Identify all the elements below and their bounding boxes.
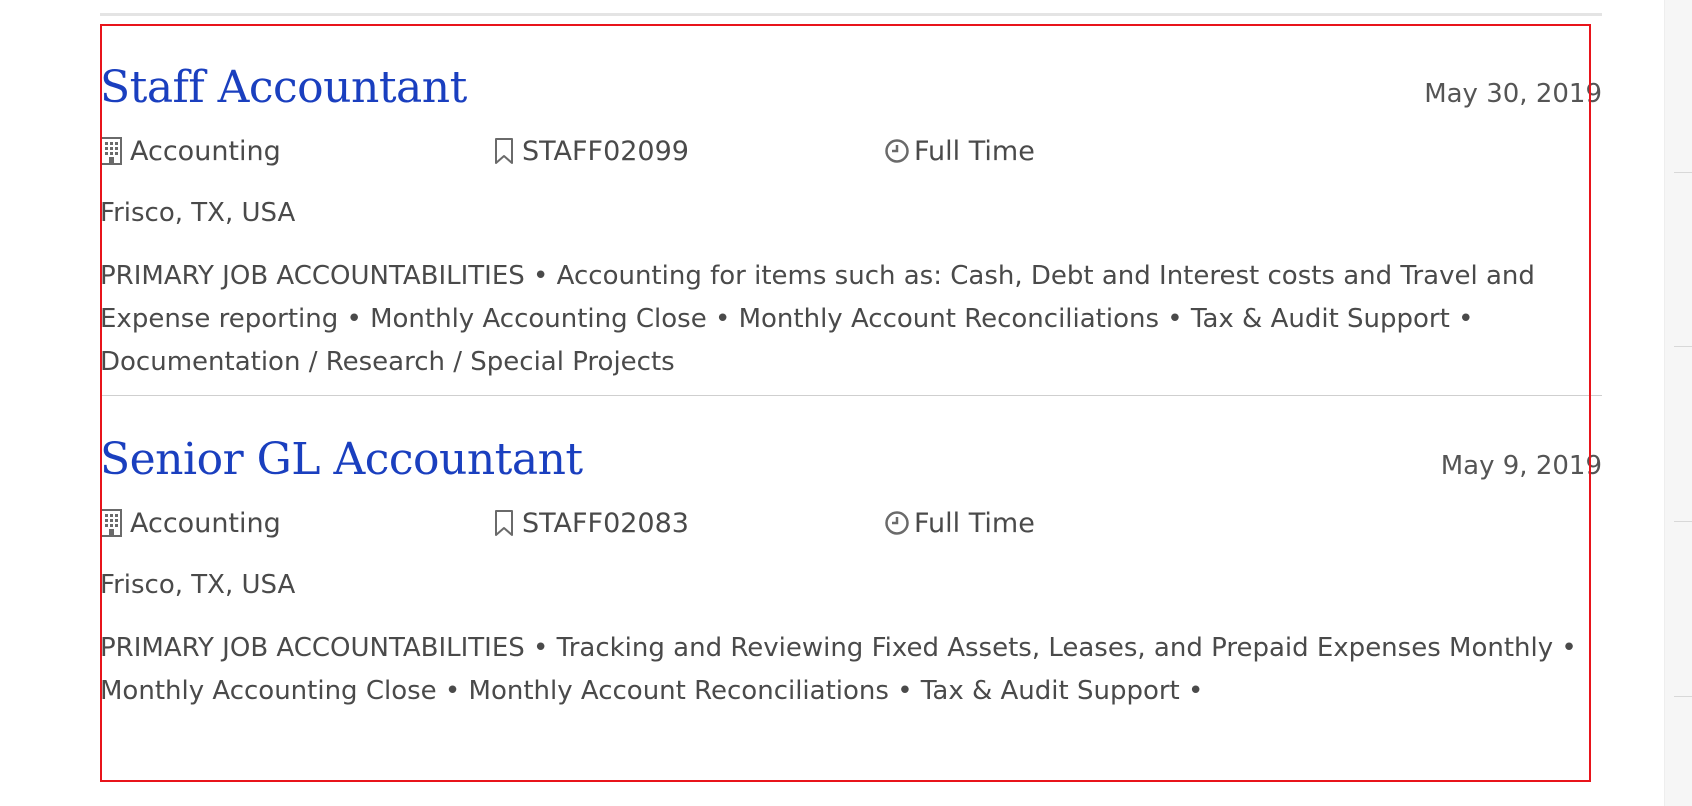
job-posted-date: May 9, 2019 bbox=[1440, 451, 1602, 481]
job-type: Full Time bbox=[884, 136, 1035, 167]
page: Staff Accountant May 30, 2019 Accounting… bbox=[0, 0, 1692, 806]
job-title-link[interactable]: Staff Accountant bbox=[100, 66, 467, 110]
job-meta: Accounting STAFF02099 Full Time bbox=[100, 123, 1602, 179]
job-type-label: Full Time bbox=[914, 507, 1035, 539]
job-department-label: Accounting bbox=[130, 135, 281, 167]
job-type-label: Full Time bbox=[914, 135, 1035, 167]
job-code-label: STAFF02099 bbox=[522, 135, 689, 167]
job-listing: Staff Accountant May 30, 2019 Accounting… bbox=[100, 24, 1602, 395]
bookmark-icon bbox=[492, 137, 518, 165]
job-listing: Senior GL Accountant May 9, 2019 Account… bbox=[100, 395, 1602, 767]
job-header: Staff Accountant May 30, 2019 bbox=[100, 24, 1602, 123]
job-department-label: Accounting bbox=[130, 507, 281, 539]
building-icon bbox=[100, 509, 126, 537]
job-description: PRIMARY JOB ACCOUNTABILITIES • Accountin… bbox=[100, 261, 1535, 377]
building-icon bbox=[100, 137, 126, 165]
job-list: Staff Accountant May 30, 2019 Accounting… bbox=[100, 24, 1602, 782]
job-title-link[interactable]: Senior GL Accountant bbox=[100, 438, 583, 482]
clock-icon bbox=[884, 509, 910, 537]
job-code-label: STAFF02083 bbox=[522, 507, 689, 539]
clock-icon bbox=[884, 137, 910, 165]
job-meta: Accounting STAFF02083 Full Time bbox=[100, 495, 1602, 551]
job-code: STAFF02083 bbox=[492, 508, 884, 539]
job-description: PRIMARY JOB ACCOUNTABILITIES • Tracking … bbox=[100, 633, 1577, 706]
job-department: Accounting bbox=[100, 508, 492, 539]
job-header: Senior GL Accountant May 9, 2019 bbox=[100, 396, 1602, 495]
top-divider bbox=[100, 13, 1602, 16]
job-department: Accounting bbox=[100, 136, 492, 167]
rail-tick bbox=[1674, 346, 1692, 347]
rail-tick bbox=[1674, 521, 1692, 522]
job-code: STAFF02099 bbox=[492, 136, 884, 167]
job-location: Frisco, TX, USA bbox=[100, 570, 296, 600]
rail-tick bbox=[1674, 172, 1692, 173]
scrollbar-rail[interactable] bbox=[1664, 0, 1692, 806]
job-type: Full Time bbox=[884, 508, 1035, 539]
rail-tick bbox=[1674, 696, 1692, 697]
job-posted-date: May 30, 2019 bbox=[1424, 79, 1602, 109]
bookmark-icon bbox=[492, 509, 518, 537]
job-location: Frisco, TX, USA bbox=[100, 198, 296, 228]
